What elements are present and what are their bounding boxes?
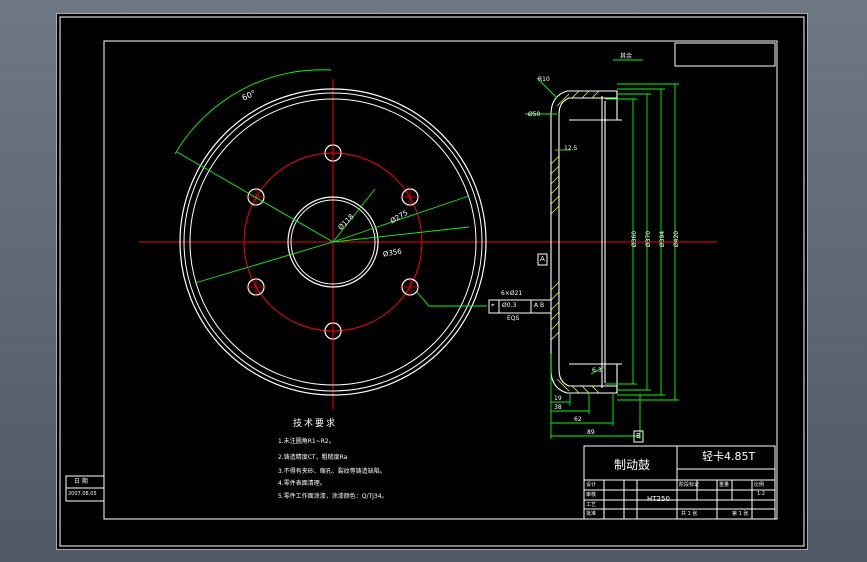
hole-spec: 6×Ø21: [501, 290, 523, 297]
section-dims-horizontal: [525, 59, 643, 439]
vehicle-model: 轻卡4.85T: [702, 450, 756, 463]
section-view: [488, 59, 717, 443]
tol-datum-sym: ⌖: [491, 302, 495, 309]
side-table-date: 2007.08.05: [68, 491, 97, 497]
roughness-note: 其余: [620, 53, 633, 60]
dim-r2: Ø370: [645, 230, 653, 248]
tech-item: 5.零件工作面涂漆，涂漆颜色：Q/TJ34。: [278, 493, 388, 500]
front-view: [139, 69, 527, 409]
dim-w4: 89: [587, 429, 595, 436]
dim-r1: Ø360: [631, 230, 639, 248]
outer-frame: [59, 16, 805, 547]
dim-w3: 62: [574, 416, 582, 423]
side-table-label: 日 期: [74, 478, 88, 485]
tech-item: 2.铸造精度CT，粗糙度Ra: [278, 454, 348, 461]
hole-ref: A B: [534, 302, 545, 309]
drawing-sheet[interactable]: 60° Ø118 Ø275 Ø356 6×Ø21 ⌖ Ø0.3 A B EQS …: [56, 13, 808, 550]
tech-title: 技术要求: [293, 419, 338, 429]
tech-item: 3.不得有夹砂、缩孔、裂纹等铸造缺陷。: [278, 468, 386, 475]
row-label: 工艺: [586, 502, 597, 508]
stage-label: 比例: [754, 482, 765, 488]
dim-w1: 19: [554, 395, 562, 402]
dim-12-5: 12.5: [564, 145, 578, 152]
dim-r3: Ø394: [659, 230, 667, 248]
stage-label: 重量: [719, 482, 730, 488]
row-label: 设计: [586, 482, 597, 488]
sheet-number: 第 1 张: [732, 511, 749, 517]
row-label: 批准: [586, 511, 597, 517]
part-name: 制动鼓: [614, 458, 651, 472]
dim-r4: Ø420: [673, 230, 681, 248]
datum-a: A: [540, 255, 545, 263]
dim-d50: Ø50: [528, 111, 541, 118]
top-right-box: [674, 42, 776, 67]
dim-6-3: 6.3: [592, 367, 602, 374]
tech-item: 1.未注圆角R1~R2。: [278, 438, 335, 445]
datum-b: B: [636, 432, 641, 440]
front-dimensions: [174, 69, 487, 307]
tech-item: 4.零件表面清理。: [278, 480, 326, 487]
stage-label: 阶段标记: [679, 482, 700, 488]
sheet-total: 共 1 张: [681, 511, 698, 517]
dim-r10: R10: [538, 76, 550, 83]
scale-value: 1:2: [757, 491, 766, 497]
hole-note: EQS: [507, 315, 520, 322]
dim-w2: 38: [554, 404, 562, 411]
drawing-canvas: [59, 16, 805, 547]
material: HT250: [647, 495, 670, 503]
hole-tol: Ø0.3: [502, 302, 517, 309]
cad-viewport[interactable]: 60° Ø118 Ø275 Ø356 6×Ø21 ⌖ Ø0.3 A B EQS …: [0, 0, 867, 562]
row-label: 审核: [586, 492, 597, 498]
